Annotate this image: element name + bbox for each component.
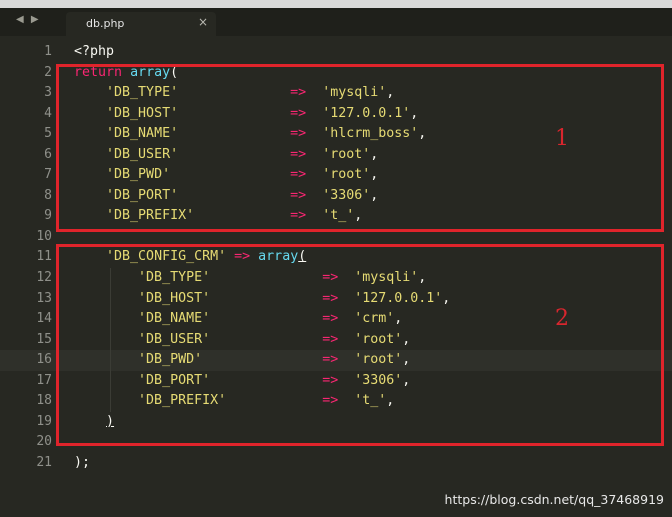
line-number: 13 <box>36 290 52 306</box>
tab-filename: db.php <box>86 17 125 30</box>
top-strip <box>0 0 672 8</box>
line-number: 10 <box>36 228 52 244</box>
line-number: 8 <box>44 187 52 203</box>
code-text: ); <box>74 453 90 474</box>
code-token: ); <box>74 454 91 470</box>
line-number: 6 <box>44 146 52 162</box>
annotation-box-2 <box>56 244 664 446</box>
line-number: 15 <box>36 331 52 347</box>
line-number: 19 <box>36 413 52 429</box>
line-number: 3 <box>44 85 52 101</box>
code-token: <?php <box>74 44 115 59</box>
code-line[interactable]: 1 <?php <box>0 42 672 63</box>
annotation-box-1 <box>56 64 664 232</box>
line-number: 21 <box>36 454 52 470</box>
line-number: 1 <box>44 44 52 59</box>
line-number: 9 <box>44 208 52 224</box>
annotation-label-2: 2 <box>555 306 569 331</box>
line-number: 12 <box>36 270 52 286</box>
line-number: 16 <box>36 352 52 368</box>
annotation-label-1: 1 <box>555 126 569 151</box>
line-number: 7 <box>44 167 52 183</box>
line-number: 14 <box>36 311 52 327</box>
line-number: 2 <box>44 64 52 80</box>
line-number: 20 <box>36 434 52 450</box>
line-number: 5 <box>44 126 52 142</box>
tab-bar: ◀ ▶ db.php × <box>0 8 672 36</box>
tab-db-php[interactable]: db.php × <box>66 12 216 36</box>
editor-window: ◀ ▶ db.php × 1 <?php 2 return array(3 'DB_T… <box>0 8 672 517</box>
code-text: <?php <box>74 42 114 63</box>
line-number: 17 <box>36 372 52 388</box>
close-icon[interactable]: × <box>198 15 208 29</box>
line-number: 11 <box>36 249 52 265</box>
line-number: 18 <box>36 393 52 409</box>
screenshot-frame: ◀ ▶ db.php × 1 <?php 2 return array(3 'DB_T… <box>0 0 672 517</box>
watermark: https://blog.csdn.net/qq_37468919 <box>444 492 664 507</box>
tab-nav-arrows-icon[interactable]: ◀ ▶ <box>16 14 41 25</box>
code-line[interactable]: 21); <box>0 453 672 474</box>
line-number: 4 <box>44 105 52 121</box>
